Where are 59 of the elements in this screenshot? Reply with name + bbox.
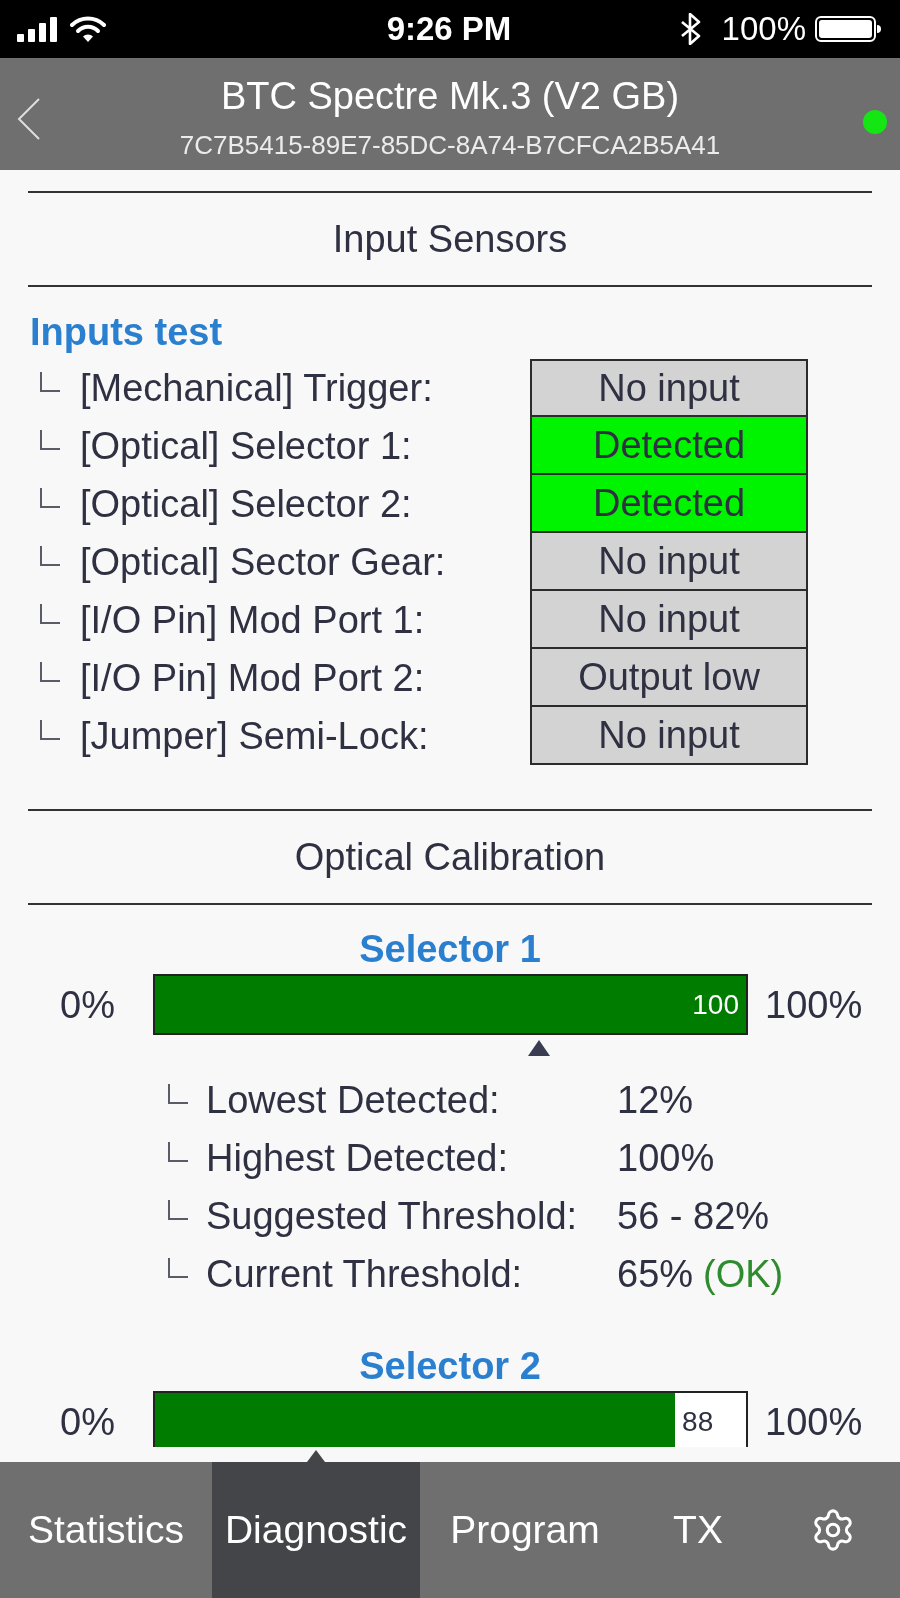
- sensor-status: No input: [530, 533, 808, 591]
- stat-label: Suggested Threshold:: [206, 1194, 578, 1239]
- tree-connector-icon: [40, 372, 60, 392]
- tab[interactable]: Diagnostic: [212, 1462, 420, 1598]
- stat-value: 12%: [617, 1078, 694, 1123]
- tree-connector-icon: [168, 1258, 188, 1278]
- sensor-label: [I/O Pin] Mod Port 1:: [80, 598, 425, 643]
- bar-value-label: 100: [692, 988, 739, 1021]
- stat-value: 65%: [617, 1252, 694, 1297]
- tree-connector-icon: [40, 720, 60, 740]
- sensor-status: No input: [530, 707, 808, 765]
- tree-connector-icon: [40, 488, 60, 508]
- tree-connector-icon: [168, 1084, 188, 1104]
- sensor-status: No input: [530, 359, 808, 417]
- battery-icon: [815, 16, 881, 42]
- sensor-status: Detected: [530, 475, 808, 533]
- tab[interactable]: TX: [630, 1462, 766, 1598]
- device-title: BTC Spectre Mk.3 (V2 GB): [220, 74, 680, 118]
- tree-connector-icon: [40, 604, 60, 624]
- range-min-label: 0%: [60, 1399, 115, 1445]
- selector-heading: Selector 1: [359, 927, 541, 972]
- tree-connector-icon: [168, 1200, 188, 1220]
- signal-icon: [17, 16, 57, 42]
- sensor-label: [Optical] Sector Gear:: [80, 540, 446, 585]
- bluetooth-icon: [679, 13, 702, 45]
- wifi-icon: [70, 16, 106, 42]
- section-heading: Optical Calibration: [293, 834, 607, 880]
- range-max-label: 100%: [765, 982, 863, 1028]
- sensor-status: Output low: [530, 649, 808, 707]
- range-min-label: 0%: [60, 982, 115, 1028]
- stat-value: 56 - 82%: [617, 1194, 770, 1239]
- stat-label: Current Threshold:: [206, 1252, 523, 1297]
- sensor-label: [Jumper] Semi-Lock:: [80, 714, 429, 759]
- sensor-label: [Mechanical] Trigger:: [80, 366, 433, 411]
- back-icon[interactable]: [17, 98, 41, 140]
- section-heading: Input Sensors: [331, 216, 569, 262]
- sensor-status: No input: [530, 591, 808, 649]
- sensor-label: [Optical] Selector 1:: [80, 424, 412, 469]
- tab-indicator-icon: [307, 1450, 325, 1462]
- range-max-label: 100%: [765, 1399, 863, 1445]
- stat-label: Lowest Detected:: [206, 1078, 500, 1123]
- tab[interactable]: Statistics: [0, 1462, 212, 1598]
- battery-percentage: 100%: [721, 9, 806, 49]
- group-heading: Inputs test: [30, 310, 223, 355]
- stat-label: Highest Detected:: [206, 1136, 509, 1181]
- tree-connector-icon: [40, 662, 60, 682]
- tree-connector-icon: [40, 546, 60, 566]
- tab[interactable]: Program: [420, 1462, 630, 1598]
- bar-value-label: 88: [682, 1405, 714, 1438]
- tree-connector-icon: [40, 430, 60, 450]
- stat-status: (OK): [703, 1252, 784, 1297]
- device-id: 7C7B5415-89E7-85DC-8A74-B7CFCA2B5A41: [179, 130, 721, 160]
- tree-connector-icon: [168, 1142, 188, 1162]
- sensor-label: [Optical] Selector 2:: [80, 482, 412, 527]
- sensor-label: [I/O Pin] Mod Port 2:: [80, 656, 425, 701]
- sensor-status: Detected: [530, 417, 808, 475]
- selector-heading: Selector 2: [359, 1344, 541, 1389]
- status-time: 9:26 PM: [386, 9, 512, 49]
- stat-value: 100%: [617, 1136, 715, 1181]
